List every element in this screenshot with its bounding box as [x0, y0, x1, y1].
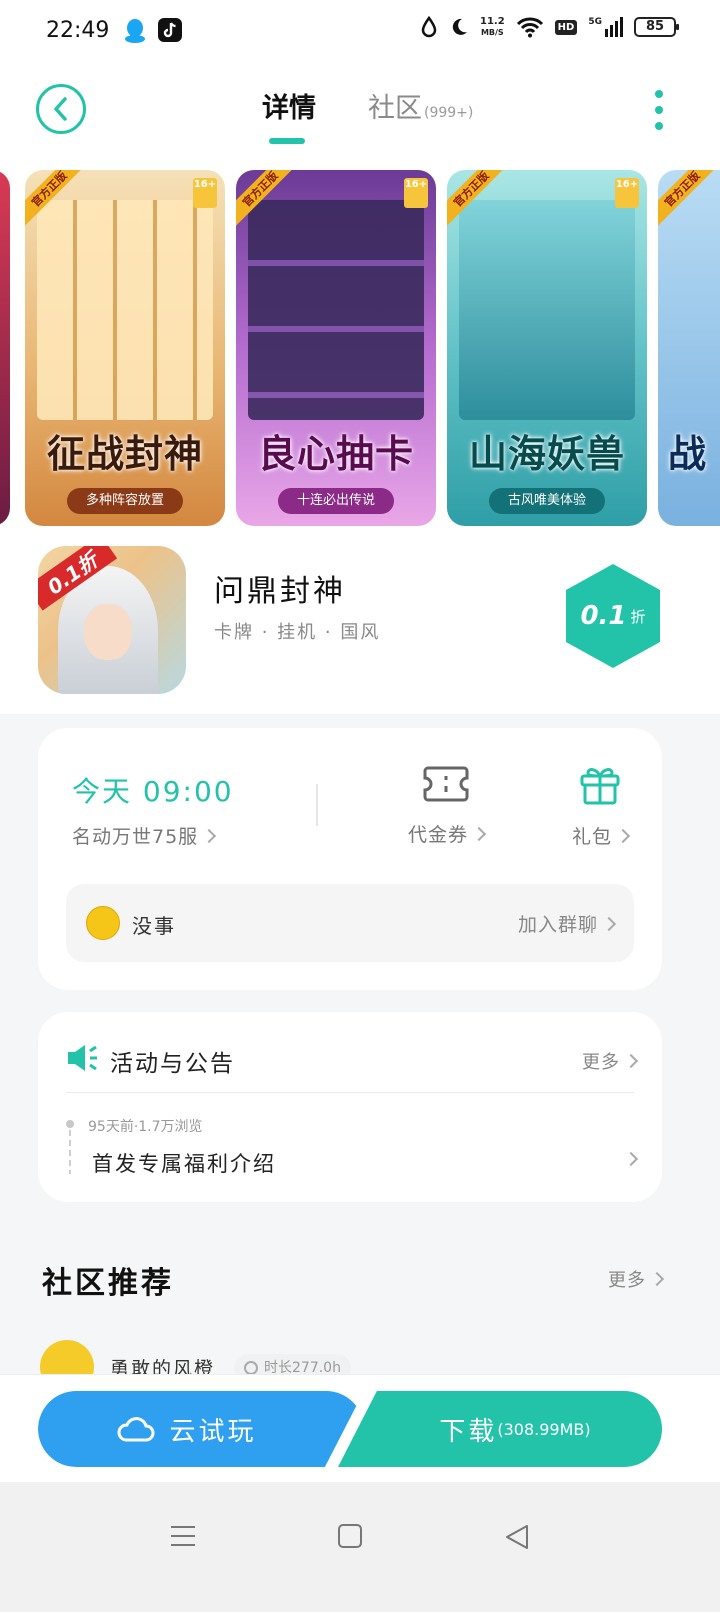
tab-detail-label: 详情	[262, 93, 316, 124]
app-info: 0.1折 问鼎封神 卡牌 · 挂机 · 国风 0.1 折	[0, 544, 720, 714]
cloud-icon	[117, 1417, 155, 1442]
announcements-more-link[interactable]: 更多	[582, 1048, 639, 1074]
discount-value: 0.1	[580, 601, 627, 631]
back-button[interactable]	[36, 84, 86, 134]
timeline-dot	[66, 1120, 74, 1128]
app-icon: 0.1折	[38, 546, 186, 694]
more-options-icon[interactable]	[654, 90, 664, 130]
back-triangle-icon[interactable]	[504, 1524, 530, 1550]
cloud-play-label: 云试玩	[169, 1416, 257, 1447]
chevron-right-icon	[623, 1151, 639, 1166]
chevron-right-icon	[623, 1053, 639, 1069]
community-more-link[interactable]: 更多	[608, 1266, 665, 1292]
top-header: 详情 社区 (999+)	[0, 64, 720, 164]
chevron-right-icon	[649, 1271, 665, 1287]
age-rating-badge: 16+	[615, 178, 639, 208]
more-label: 更多	[582, 1052, 620, 1073]
drop-icon	[421, 16, 437, 38]
group-name: 没事	[132, 914, 176, 938]
age-rating-badge: 16+	[404, 178, 428, 208]
divider	[316, 784, 318, 826]
network-speed-unit: MB/S	[480, 28, 504, 37]
home-icon[interactable]	[338, 1524, 362, 1548]
network-speed: 11.2 MB/S	[480, 16, 505, 38]
network-type: 5G	[588, 17, 602, 27]
screenshot-partial-left[interactable]	[0, 170, 10, 526]
chevron-right-icon	[601, 916, 617, 931]
app-name: 问鼎封神	[214, 574, 346, 609]
group-chat-row[interactable]: 没事 加入群聊	[66, 884, 634, 962]
chevron-right-icon	[202, 828, 217, 843]
app-tags: 卡牌 · 挂机 · 国风	[214, 622, 381, 643]
official-badge: 官方正版	[658, 170, 720, 228]
tab-community[interactable]: 社区 (999+)	[368, 86, 473, 125]
community-section-title: 社区推荐	[42, 1266, 174, 1301]
download-label: 下载	[439, 1416, 498, 1447]
group-avatar	[86, 906, 120, 940]
chevron-right-icon	[615, 828, 631, 843]
divider	[66, 1092, 634, 1093]
server-open-time: 今天 09:00	[72, 775, 234, 808]
moon-icon	[452, 18, 467, 35]
active-tab-indicator	[269, 138, 305, 144]
screenshot-title: 战	[668, 431, 708, 476]
announcements-card: 活动与公告 更多 95天前·1.7万浏览 首发专属福利介绍	[38, 1012, 662, 1202]
tab-community-count: (999+)	[424, 105, 474, 121]
voucher-label: 代金券	[408, 824, 469, 846]
announcements-title: 活动与公告	[110, 1051, 235, 1077]
more-label: 更多	[608, 1270, 646, 1291]
signal-icon: 5G	[588, 17, 623, 37]
announcement-meta: 95天前·1.7万浏览	[88, 1119, 203, 1135]
screenshot-subtitle: 十连必出传说	[278, 488, 394, 514]
timeline-line	[69, 1130, 71, 1174]
screenshot-subtitle: 古风唯美体验	[489, 488, 605, 514]
tab-community-label: 社区	[368, 93, 422, 124]
clock-icon	[244, 1361, 258, 1375]
wifi-icon	[516, 17, 543, 38]
megaphone-icon	[68, 1045, 97, 1071]
discount-badge: 0.1 折	[566, 564, 660, 668]
system-navigation-bar	[0, 1482, 720, 1612]
download-button[interactable]: 下载 (308.99MB)	[338, 1391, 662, 1467]
ticket-icon	[423, 766, 469, 802]
screenshot-card[interactable]: 官方正版 16+ 山海妖兽 古风唯美体验	[447, 170, 647, 526]
join-group-label: 加入群聊	[517, 914, 598, 936]
voucher-button[interactable]: 代金券	[408, 764, 487, 847]
status-bar: 22:49 11.2 MB/S HD 5G 85	[0, 0, 720, 64]
screenshot-title: 山海妖兽	[468, 431, 625, 476]
bottom-action-bar: 云试玩 下载 (308.99MB)	[0, 1374, 720, 1482]
battery-indicator: 85	[634, 17, 679, 37]
screenshot-card-partial-right[interactable]: 官方正版 战	[658, 170, 720, 526]
screenshot-title: 征战封神	[46, 431, 203, 476]
screenshot-title: 良心抽卡	[257, 431, 414, 476]
announcement-open[interactable]	[620, 1150, 639, 1169]
screenshot-card[interactable]: 官方正版 16+ 征战封神 多种阵容放置	[25, 170, 225, 526]
server-name: 名动万世75服	[72, 826, 199, 848]
server-info-card: 今天 09:00 名动万世75服 代金券 礼包 没事 加入群聊	[38, 728, 662, 990]
join-group-button[interactable]: 加入群聊	[517, 910, 617, 937]
download-size: (308.99MB)	[497, 1419, 591, 1439]
screenshot-subtitle: 多种阵容放置	[67, 488, 183, 514]
screenshot-card[interactable]: 官方正版 16+ 良心抽卡 十连必出传说	[236, 170, 436, 526]
cloud-play-button[interactable]: 云试玩	[38, 1391, 364, 1467]
network-speed-value: 11.2	[479, 16, 505, 27]
qq-icon	[125, 19, 145, 43]
discount-unit: 折	[630, 607, 646, 626]
chevron-right-icon	[471, 826, 487, 841]
screenshot-carousel[interactable]: 官方正版 16+ 征战封神 多种阵容放置 官方正版 16+ 良心抽卡 十连必出传…	[0, 164, 720, 544]
gift-pack-button[interactable]: 礼包	[572, 764, 631, 849]
status-time: 22:49	[46, 18, 110, 43]
tab-detail[interactable]: 详情	[262, 86, 316, 125]
menu-icon[interactable]	[170, 1524, 196, 1548]
announcement-item[interactable]: 首发专属福利介绍	[92, 1148, 276, 1178]
gift-icon	[580, 768, 620, 805]
server-name-link[interactable]: 名动万世75服	[72, 822, 217, 849]
tiktok-icon	[158, 18, 182, 42]
age-rating-badge: 16+	[193, 178, 217, 208]
gift-label: 礼包	[572, 826, 613, 848]
hd-badge: HD	[554, 19, 578, 35]
chevron-left-icon	[54, 97, 67, 121]
